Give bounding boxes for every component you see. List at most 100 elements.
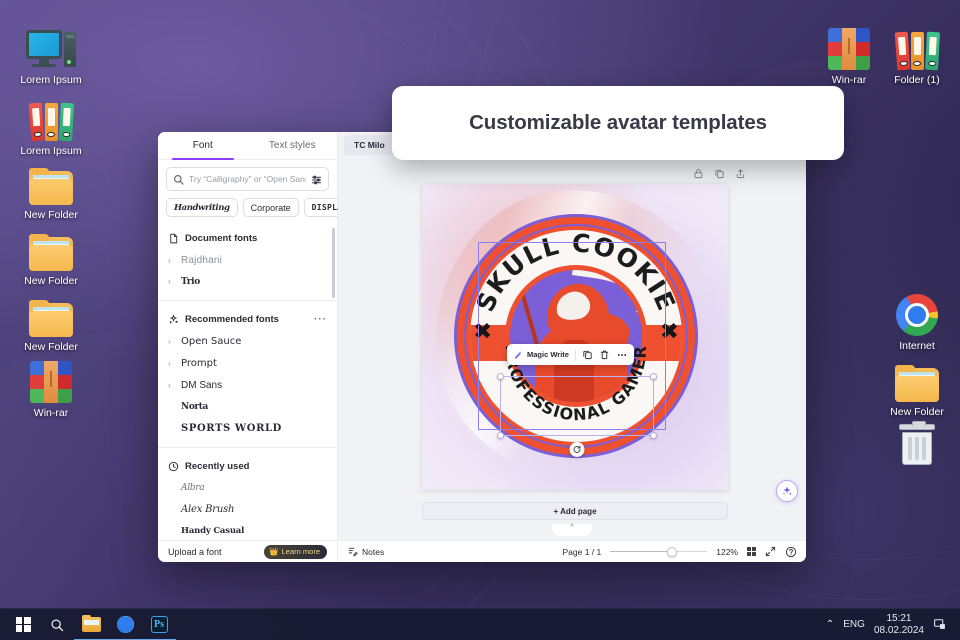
computer-icon bbox=[8, 20, 94, 70]
desktop-icon-label: Lorem Ipsum bbox=[20, 74, 82, 86]
fullscreen-icon[interactable] bbox=[765, 546, 776, 557]
wand-icon bbox=[514, 350, 522, 359]
resize-handle-tr[interactable] bbox=[650, 373, 657, 380]
duplicate-icon[interactable] bbox=[714, 166, 725, 184]
resize-handle-tl[interactable] bbox=[497, 373, 504, 380]
desktop-icon-folder-1[interactable]: Folder (1) bbox=[874, 20, 960, 87]
resize-handle-br[interactable] bbox=[650, 432, 657, 439]
font-row-dm-sans[interactable]: › DM Sans bbox=[158, 374, 337, 396]
font-name: Trio bbox=[181, 276, 201, 287]
search-bar[interactable] bbox=[166, 167, 329, 191]
section-title: Recently used bbox=[185, 461, 250, 472]
section-document-fonts: Document fonts › Rajdhani › Trio bbox=[158, 224, 337, 296]
folder-icon bbox=[8, 221, 94, 271]
folder-icon bbox=[8, 287, 94, 337]
font-row-trio[interactable]: › Trio bbox=[158, 271, 337, 292]
help-icon[interactable] bbox=[785, 546, 797, 558]
learn-more-badge[interactable]: 👑 Learn more bbox=[264, 544, 327, 559]
font-list-scrollbar[interactable] bbox=[332, 228, 335, 298]
recycle-bin-icon bbox=[874, 416, 960, 466]
banner-callout: Customizable avatar templates bbox=[392, 86, 844, 160]
desktop-icon-lorem-ipsum-binders[interactable]: Lorem Ipsum bbox=[8, 91, 94, 158]
chevron-right-icon: › bbox=[168, 358, 171, 368]
folder-icon bbox=[8, 155, 94, 205]
chevron-right-icon: › bbox=[168, 380, 171, 390]
tab-font[interactable]: Font bbox=[158, 132, 248, 160]
font-row-sports-world[interactable]: SPORTS WORLD bbox=[158, 417, 337, 439]
notifications-icon[interactable] bbox=[933, 617, 946, 633]
font-row-prompt[interactable]: › Prompt bbox=[158, 352, 337, 374]
chevron-right-icon: › bbox=[168, 336, 171, 346]
font-row-alex-brush[interactable]: Alex Brush bbox=[158, 498, 337, 520]
grid-view-icon[interactable] bbox=[747, 547, 756, 556]
canvas-area[interactable]: SKULL COOKIE PROFESSIONAL GAMER ✖ ✖ bbox=[338, 132, 806, 540]
folder-icon bbox=[874, 352, 960, 402]
font-category-chips: Handwriting Corporate DISPLAY bbox=[158, 196, 356, 224]
add-page-button[interactable]: + Add page bbox=[422, 502, 728, 520]
sidebar-footer: Upload a font 👑 Learn more bbox=[158, 540, 337, 562]
export-icon[interactable] bbox=[735, 166, 746, 184]
magic-write-button[interactable]: Magic Write bbox=[513, 350, 569, 360]
desktop-icon-lorem-ipsum-computer[interactable]: Lorem Ipsum bbox=[8, 20, 94, 87]
chip-handwriting[interactable]: Handwriting bbox=[166, 198, 238, 217]
lock-icon[interactable] bbox=[693, 166, 704, 184]
desktop-icon-new-folder-2[interactable]: New Folder bbox=[8, 221, 94, 288]
font-name: DM Sans bbox=[181, 379, 223, 391]
rotate-handle[interactable] bbox=[569, 442, 585, 457]
desktop-icon-label: Folder (1) bbox=[894, 74, 940, 86]
chip-corporate[interactable]: Corporate bbox=[242, 198, 299, 217]
search-button[interactable] bbox=[40, 609, 74, 640]
font-row-rajdhani[interactable]: › Rajdhani bbox=[158, 249, 337, 271]
design-editor-window: Font Text styles Try “Calligraphy” or “O… bbox=[158, 132, 806, 562]
notes-label: Notes bbox=[362, 546, 385, 557]
binders-icon bbox=[874, 20, 960, 71]
photoshop-taskbar-button[interactable]: Ps bbox=[142, 609, 176, 640]
font-name: Prompt bbox=[181, 357, 217, 369]
desktop-icon-winrar-left[interactable]: Win-rar bbox=[8, 353, 94, 420]
windows-logo-icon bbox=[15, 617, 31, 632]
duplicate-icon[interactable] bbox=[582, 349, 593, 360]
font-row-open-sauce[interactable]: › Open Sauce bbox=[158, 330, 337, 352]
tab-text-styles[interactable]: Text styles bbox=[248, 132, 338, 159]
font-row-norta[interactable]: Norta bbox=[158, 396, 337, 417]
zoom-slider[interactable] bbox=[610, 546, 708, 558]
file-explorer-button[interactable] bbox=[74, 609, 108, 640]
search-input[interactable] bbox=[189, 174, 306, 184]
sliders-icon[interactable] bbox=[311, 174, 322, 185]
font-name: SPORTS WORLD bbox=[181, 422, 282, 434]
font-list[interactable]: Document fonts › Rajdhani › Trio Recomme… bbox=[158, 224, 337, 540]
font-row-albra[interactable]: Albra bbox=[158, 477, 337, 498]
desktop-icon-new-folder-3[interactable]: New Folder bbox=[8, 287, 94, 354]
divider bbox=[158, 300, 337, 301]
desktop-icon-internet[interactable]: Internet bbox=[874, 286, 960, 353]
trash-icon[interactable] bbox=[599, 349, 610, 360]
more-options-icon[interactable]: ··· bbox=[314, 314, 327, 325]
font-row-handy-casual[interactable]: Handy Casual bbox=[158, 520, 337, 540]
zoom-level[interactable]: 122% bbox=[716, 547, 738, 557]
notes-button[interactable]: Notes bbox=[347, 546, 384, 557]
selection-box-bottom-text[interactable] bbox=[497, 373, 657, 457]
more-options-icon[interactable] bbox=[616, 349, 628, 361]
folder-icon bbox=[81, 615, 101, 632]
resize-handle-bl[interactable] bbox=[497, 432, 504, 439]
tray-chevron-icon[interactable]: ⌃ bbox=[826, 619, 834, 630]
upload-font-button[interactable]: Upload a font bbox=[168, 547, 222, 557]
design-page[interactable]: SKULL COOKIE PROFESSIONAL GAMER ✖ ✖ bbox=[422, 184, 728, 490]
chrome-taskbar-button[interactable] bbox=[108, 609, 142, 640]
page-indicator[interactable]: Page 1 / 1 bbox=[562, 547, 601, 557]
clock[interactable]: 15:21 08.02.2024 bbox=[874, 613, 924, 636]
zoom-slider-knob[interactable] bbox=[666, 546, 677, 557]
language-indicator[interactable]: ENG bbox=[843, 619, 865, 630]
desktop-icon-recycle-bin[interactable] bbox=[874, 416, 960, 470]
panel-collapse-handle[interactable]: ^ bbox=[552, 524, 592, 536]
clock-time: 15:21 bbox=[886, 613, 912, 624]
learn-more-label: Learn more bbox=[281, 547, 320, 556]
magic-studio-button[interactable] bbox=[776, 480, 798, 502]
search-icon bbox=[51, 618, 64, 631]
desktop-icon-new-folder-right[interactable]: New Folder bbox=[874, 352, 960, 419]
desktop-icon-new-folder-1[interactable]: New Folder bbox=[8, 155, 94, 222]
chevron-right-icon: › bbox=[168, 255, 171, 265]
start-button[interactable] bbox=[6, 609, 40, 640]
magic-sparkle-icon bbox=[783, 486, 792, 495]
editor-area: TC Milo SKULL COOKIE OFESSIONAL GAMER ✖ … bbox=[338, 132, 806, 562]
